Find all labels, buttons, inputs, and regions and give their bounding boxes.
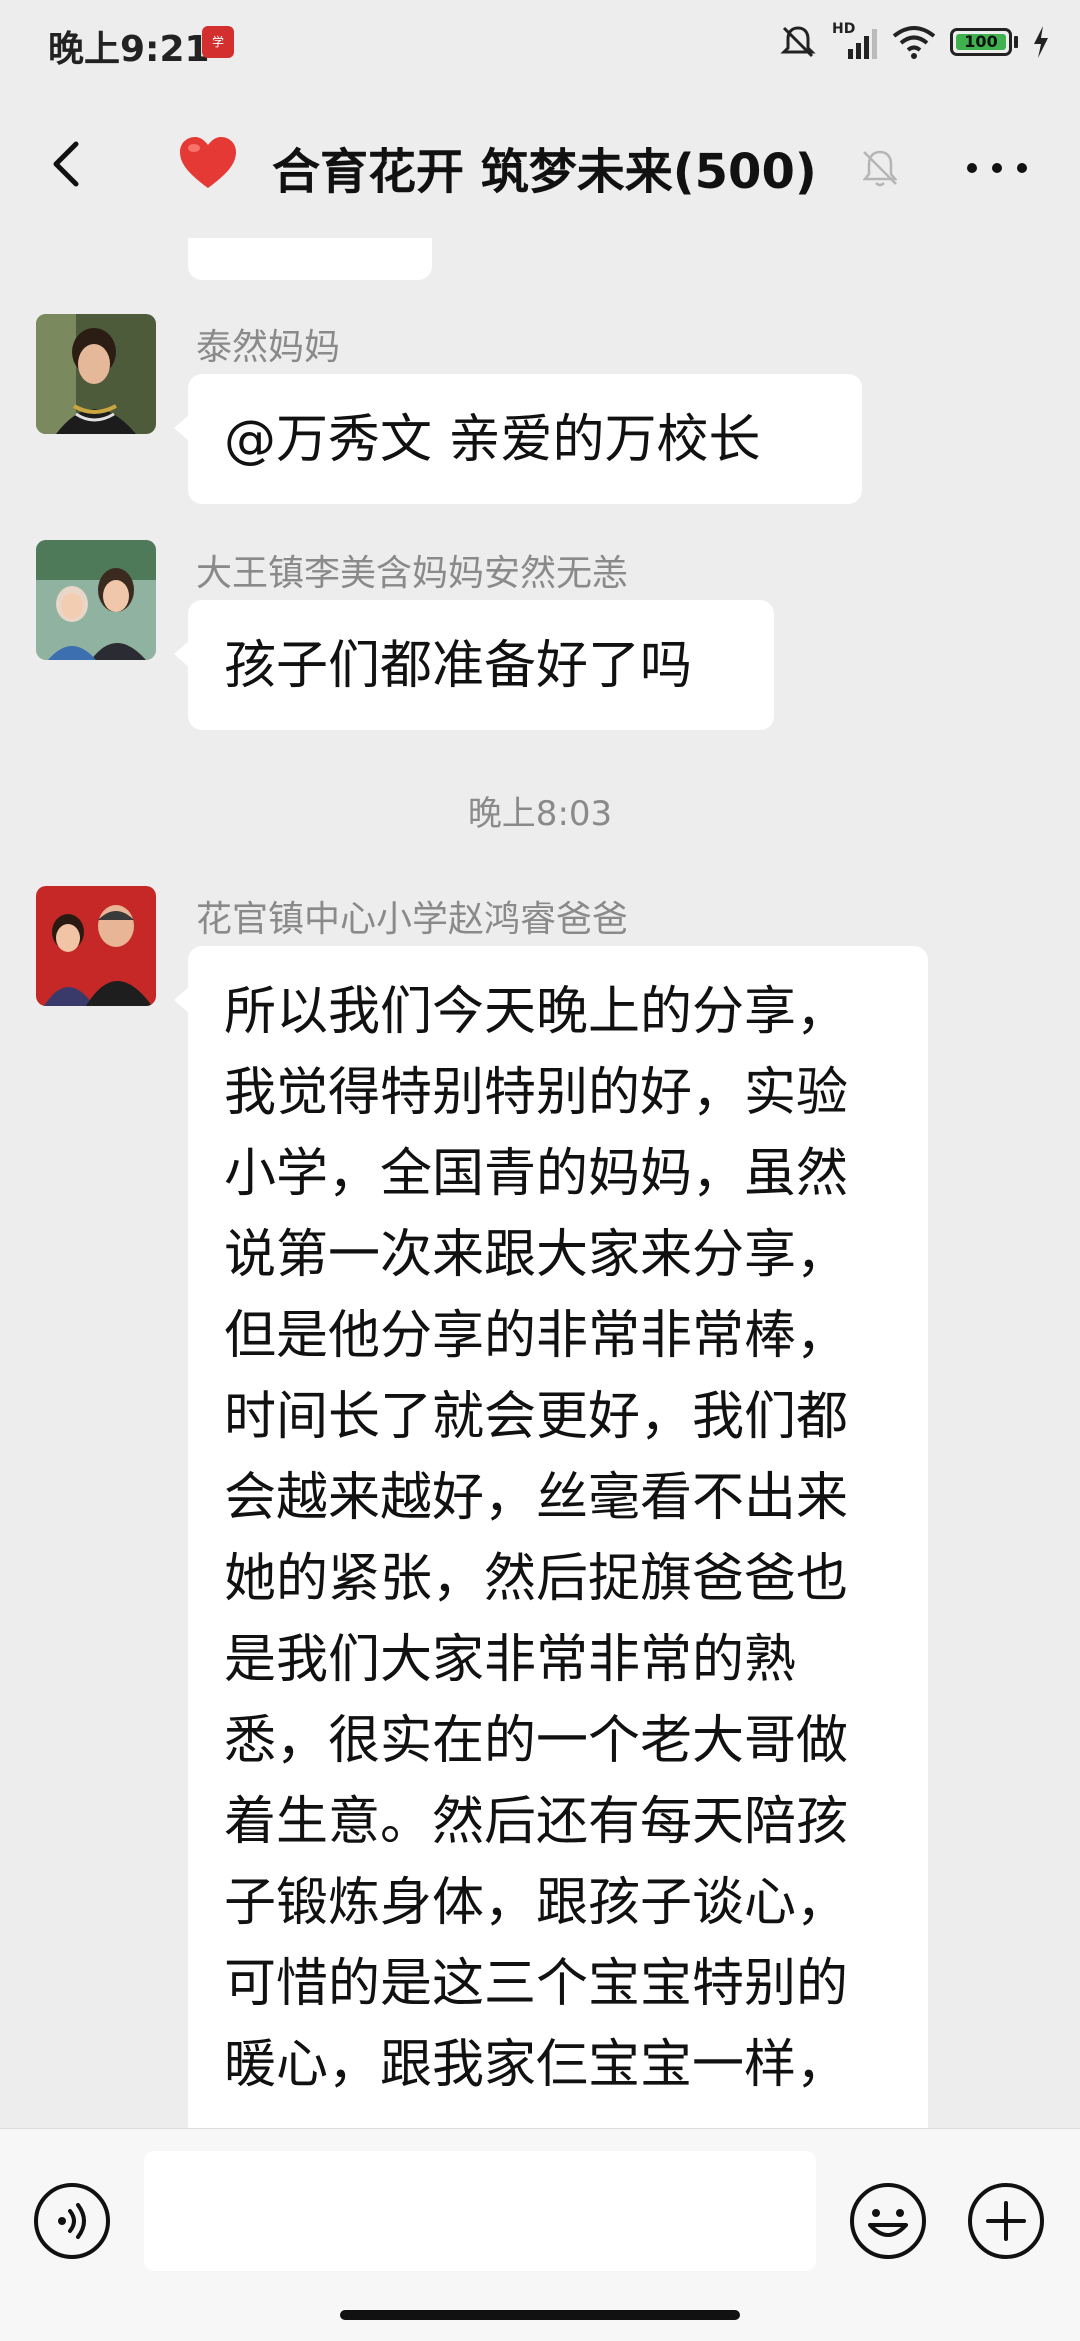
- message-line: 时间长了就会更好，我们都: [224, 1387, 849, 1447]
- battery-level: 100: [964, 32, 998, 51]
- message-line: 说第一次来跟大家来分享，: [224, 1225, 849, 1285]
- message-line: 子锻炼身体，跟孩子谈心，: [224, 1873, 849, 1933]
- message-line: 暖心，跟我家仨宝宝一样，: [224, 2035, 849, 2095]
- avatar[interactable]: [36, 314, 156, 434]
- sender-name: 泰然妈妈: [196, 327, 341, 368]
- sender-name: 花官镇中心小学赵鸿睿爸爸: [196, 899, 629, 940]
- message-text: @万秀文 亲爱的万校长: [224, 410, 761, 470]
- emoji-icon[interactable]: [848, 2181, 928, 2261]
- heart-icon: [180, 137, 236, 188]
- status-icons: HD 100: [778, 21, 1050, 62]
- status-time: 晚上9:21: [48, 29, 210, 70]
- home-indicator[interactable]: [340, 2310, 740, 2320]
- message-line: 悉，很实在的一个老大哥做: [224, 1711, 849, 1771]
- avatar[interactable]: [36, 886, 156, 1006]
- message-line: 小学，全国青的妈妈，虽然: [224, 1144, 849, 1204]
- message-bubble[interactable]: 孩子们都准备好了吗: [174, 600, 774, 730]
- battery-cap: [1014, 36, 1018, 48]
- chat-messages[interactable]: 泰然妈妈 @万秀文 亲爱的万校长 大王镇李美含妈妈安然无恙 孩子们都准备好了吗 …: [0, 238, 1080, 2128]
- voice-input-icon[interactable]: [32, 2181, 112, 2261]
- more-options-icon[interactable]: [962, 158, 1032, 178]
- back-arrow-icon[interactable]: [36, 134, 96, 194]
- add-attachment-icon[interactable]: [966, 2181, 1046, 2261]
- father-son-image: [36, 886, 156, 1006]
- partial-message-bubble[interactable]: [188, 238, 432, 280]
- battery-icon: 100: [950, 28, 1012, 56]
- charging-icon: [1034, 26, 1048, 58]
- mother-daughter-image: [36, 540, 156, 660]
- message-line: 着生意。然后还有每天陪孩: [224, 1792, 849, 1852]
- woman-portrait-image: [36, 314, 156, 434]
- wifi-icon: [892, 26, 936, 59]
- message-line: 所以我们今天晚上的分享，: [224, 982, 849, 1042]
- app-notification-icon: 学: [202, 26, 234, 58]
- message-line: 是我们大家非常非常的熟: [224, 1630, 797, 1690]
- message-line: 她的紧张，然后捉旗爸爸也: [224, 1549, 849, 1609]
- notification-muted-icon: [780, 26, 816, 58]
- timestamp: 晚上8:03: [467, 794, 613, 834]
- message-line: 我觉得特别特别的好，实验: [224, 1063, 849, 1123]
- status-bar: 晚上9:21 学 HD 100: [0, 0, 1080, 96]
- sender-name: 大王镇李美含妈妈安然无恙: [196, 553, 629, 594]
- signal-label: HD: [832, 21, 856, 37]
- chat-header: 合育花开 筑梦未来(500): [0, 96, 1080, 238]
- message-line: 可惜的是这三个宝宝特别的: [224, 1954, 849, 2014]
- avatar[interactable]: [36, 540, 156, 660]
- message-input[interactable]: [144, 2151, 816, 2271]
- message-line: 会越来越好，丝毫看不出来: [224, 1468, 849, 1528]
- chat-title: 合育花开 筑梦未来(500): [272, 144, 817, 200]
- mute-bell-icon: [862, 150, 898, 187]
- message-text: 孩子们都准备好了吗: [224, 636, 693, 696]
- message-line: 但是他分享的非常非常棒，: [224, 1306, 849, 1366]
- message-bubble[interactable]: @万秀文 亲爱的万校长: [174, 374, 862, 504]
- signal-icon: HD: [832, 21, 878, 59]
- message-bubble[interactable]: 所以我们今天晚上的分享， 我觉得特别特别的好，实验 小学，全国青的妈妈，虽然 说…: [174, 946, 928, 2128]
